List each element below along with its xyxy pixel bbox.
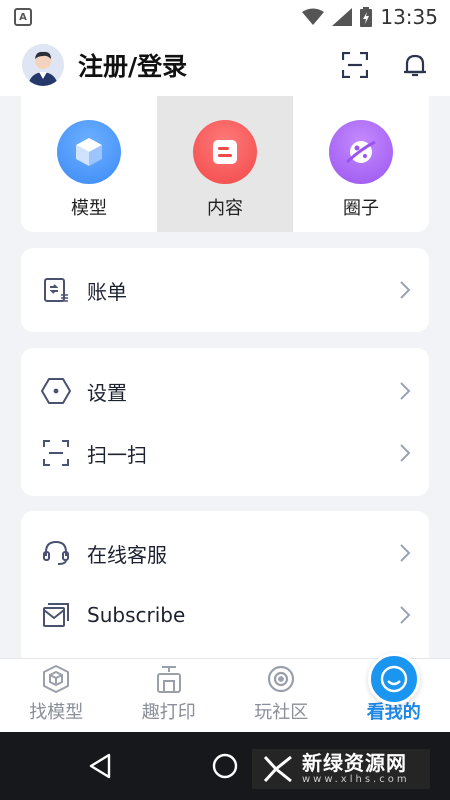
bottom-nav: 找模型 趣打印 玩社区 看我的 [0, 653, 450, 732]
nav-tab-mine[interactable]: 看我的 [338, 653, 450, 732]
nav-label-community: 玩社区 [254, 702, 309, 723]
status-time: 13:35 [380, 5, 438, 29]
chevron-right-icon [400, 544, 411, 562]
back-triangle-icon [89, 753, 111, 779]
document-icon [213, 140, 237, 164]
planet-icon [345, 140, 376, 164]
login-register-link[interactable]: 注册/登录 [78, 47, 187, 83]
watermark: 新绿资源网 www.xlhs.com [252, 749, 430, 789]
chevron-right-icon [400, 606, 411, 624]
nav-tab-find-model[interactable]: 找模型 [0, 659, 113, 732]
status-bar: A 13:35 [0, 0, 450, 34]
quick-icon-model [57, 120, 121, 184]
nav-tab-community[interactable]: 玩社区 [225, 659, 338, 732]
quick-label-content: 内容 [207, 198, 243, 219]
smile-icon [380, 665, 407, 693]
quick-item-model[interactable]: 模型 [21, 96, 157, 232]
nav-tab-print[interactable]: 趣打印 [113, 659, 226, 732]
scan-icon [342, 52, 368, 78]
menu-label-subscribe: Subscribe [87, 603, 186, 627]
menu-item-subscribe[interactable]: Subscribe [21, 584, 429, 646]
app-notification-icon: A [14, 8, 32, 26]
menu-item-bill[interactable]: 账单 [21, 259, 429, 321]
status-indicators: 13:35 [302, 5, 438, 29]
watermark-title: 新绿资源网 [302, 751, 407, 775]
back-button[interactable] [84, 750, 116, 782]
menu-label-online-service: 在线客服 [87, 542, 167, 567]
quick-icon-content [193, 120, 257, 184]
chevron-right-icon [400, 281, 411, 299]
bill-card: 账单 [21, 248, 429, 332]
menu-item-online-service[interactable]: 在线客服 [21, 522, 429, 584]
nav-fab-mine [367, 653, 420, 705]
notification-button[interactable] [400, 50, 430, 80]
menu-label-scan: 扫一扫 [87, 442, 147, 467]
quick-label-model: 模型 [71, 198, 107, 219]
quick-actions-card: 模型 内容 圈子 [21, 96, 429, 232]
scan-icon [43, 440, 69, 466]
wifi-icon [302, 8, 325, 25]
quick-label-circle: 圈子 [343, 198, 379, 219]
menu-label-settings: 设置 [87, 380, 127, 405]
chevron-right-icon [400, 444, 411, 462]
menu-item-settings[interactable]: 设置 [21, 360, 429, 422]
home-circle-icon [212, 753, 238, 779]
watermark-url: www.xlhs.com [302, 774, 410, 785]
profile-header: 注册/登录 [0, 34, 450, 96]
menu-item-scan[interactable]: 扫一扫 [21, 422, 429, 484]
avatar[interactable] [22, 44, 64, 86]
main-content: 模型 内容 圈子 账单 设置 扫一扫 在线客服 Subscribe [0, 96, 450, 658]
quick-item-content[interactable]: 内容 [157, 96, 293, 232]
settings-card: 设置 扫一扫 [21, 348, 429, 496]
community-icon [268, 665, 295, 693]
scan-button[interactable] [340, 50, 370, 80]
bell-icon [404, 54, 426, 77]
bill-icon [44, 278, 68, 302]
headset-icon [43, 540, 69, 565]
user-avatar-icon [22, 44, 64, 86]
nav-label-print: 趣打印 [141, 702, 196, 723]
quick-icon-circle [329, 120, 393, 184]
cube-icon [76, 138, 102, 166]
mail-icon [43, 603, 69, 627]
printer-icon [156, 666, 181, 693]
chevron-right-icon [400, 382, 411, 400]
nav-label-find-model: 找模型 [29, 702, 84, 723]
service-card: 在线客服 Subscribe [21, 511, 429, 658]
home-button[interactable] [209, 750, 241, 782]
watermark-logo-icon [263, 755, 292, 783]
cube-outline-icon [43, 665, 70, 693]
quick-item-circle[interactable]: 圈子 [293, 96, 429, 232]
menu-label-bill: 账单 [87, 279, 127, 304]
signal-icon [332, 8, 353, 26]
battery-icon [360, 7, 373, 27]
hexagon-icon [41, 378, 71, 404]
